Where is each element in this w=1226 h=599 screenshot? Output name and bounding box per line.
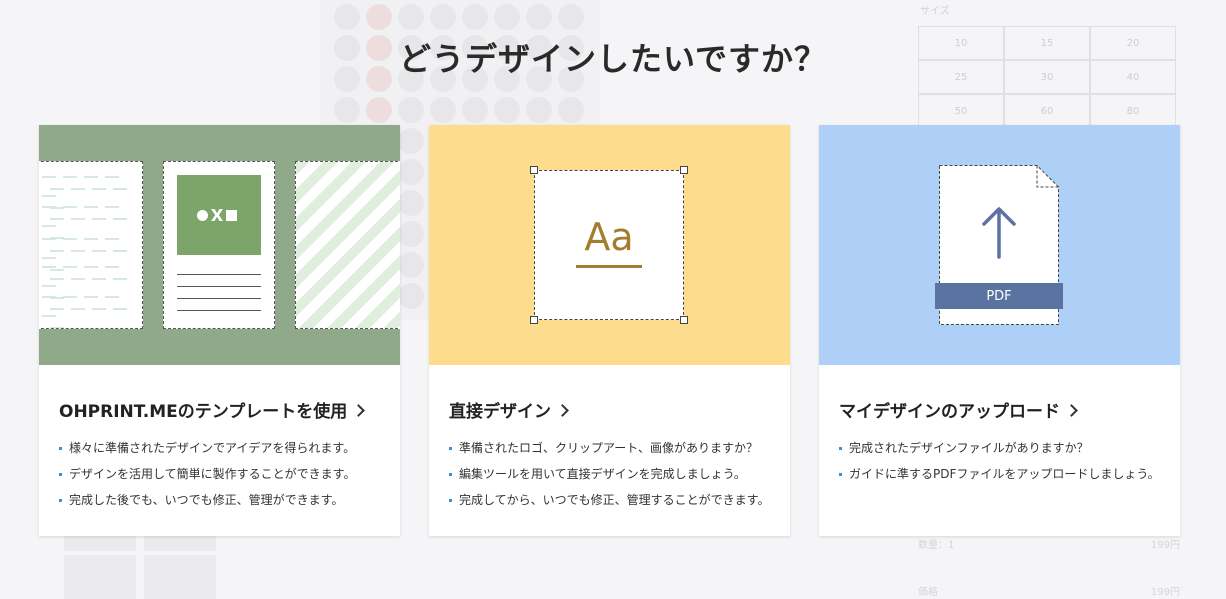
resize-handle	[530, 316, 538, 324]
upload-arrow-icon	[982, 207, 1016, 259]
chevron-right-icon	[352, 403, 366, 417]
upload-design-heading[interactable]: マイデザインのアップロード	[839, 397, 1078, 422]
list-item: 様々に準備されたデザインでアイデアを得られます。	[59, 435, 355, 461]
placeholder-text-line	[50, 308, 142, 328]
placeholder-text-line	[42, 296, 142, 317]
quantity-price: 199円	[1150, 540, 1180, 551]
placeholder-text-line	[50, 188, 142, 209]
placeholder-text-line	[42, 266, 142, 287]
background-sticker	[366, 4, 392, 30]
size-option: 80	[1090, 94, 1176, 128]
placeholder-text-line	[42, 238, 142, 259]
heading-text: OHPRINT.MEのテンプレートを使用	[59, 402, 348, 422]
direct-design-card[interactable]: Aa 直接デザイン 準備されたロゴ、クリップアート、画像がありますか？ 編集ツー…	[429, 125, 790, 536]
placeholder-text-line	[42, 176, 142, 197]
background-sticker	[398, 128, 424, 154]
background-sticker	[334, 97, 360, 123]
font-icon: Aa	[584, 215, 634, 259]
upload-design-card[interactable]: PDF マイデザインのアップロード 完成されたデザインファイルがありますか？ ガ…	[819, 125, 1180, 536]
list-item: 完成した後でも、いつでも修正、管理ができます。	[59, 487, 355, 513]
list-item: 完成されたデザインファイルがありますか？	[839, 435, 1160, 461]
quantity-label: 数量：1	[918, 540, 955, 551]
direct-design-feature-list: 準備されたロゴ、クリップアート、画像がありますか？ 編集ツールを用いて直接デザイ…	[449, 435, 769, 513]
chevron-right-icon	[1065, 403, 1078, 417]
price-value: 199円	[1150, 587, 1180, 598]
background-sticker	[494, 97, 520, 123]
placeholder-text-line	[42, 206, 142, 227]
shapes-icon	[197, 209, 237, 221]
underline-mark	[576, 265, 642, 268]
background-sticker	[366, 97, 392, 123]
list-item: ガイドに準するPDFファイルをアップロードしましょう。	[839, 461, 1160, 487]
use-template-heading[interactable]: OHPRINT.MEのテンプレートを使用	[59, 397, 366, 422]
background-sticker	[398, 159, 424, 185]
text-rule	[177, 310, 261, 311]
template-page-layout	[163, 161, 275, 329]
direct-design-heading[interactable]: 直接デザイン	[449, 397, 569, 422]
background-sticker	[398, 252, 424, 278]
placeholder-text-line	[50, 278, 142, 299]
resize-handle	[680, 316, 688, 324]
background-sticker	[398, 283, 424, 309]
list-item: 編集ツールを用いて直接デザインを完成しましょう。	[449, 461, 769, 487]
heading-text: 直接デザイン	[449, 402, 551, 422]
price-label: 価格	[918, 587, 938, 598]
background-sticker	[558, 97, 584, 123]
template-illustration	[39, 125, 400, 365]
text-selection-box: Aa	[534, 170, 684, 320]
background-sticker	[526, 97, 552, 123]
direct-design-illustration: Aa	[429, 125, 790, 365]
background-sticker	[398, 97, 424, 123]
chevron-right-icon	[556, 403, 569, 417]
upload-illustration: PDF	[819, 125, 1180, 365]
size-option: 50	[918, 94, 1004, 128]
background-sticker	[430, 4, 456, 30]
template-page-stripes	[295, 161, 400, 329]
list-item: 完成してから、いつでも修正、管理することができます。	[449, 487, 769, 513]
template-image-block	[177, 175, 261, 255]
use-template-card[interactable]: OHPRINT.MEのテンプレートを使用 様々に準備されたデザインでアイデアを得…	[39, 125, 400, 536]
placeholder-text-line	[50, 250, 142, 271]
resize-handle	[530, 166, 538, 174]
size-label: サイズ	[920, 6, 950, 17]
heading-text: マイデザインのアップロード	[839, 402, 1060, 422]
background-sticker	[462, 97, 488, 123]
modal-title: どうデザインしたいですか？	[398, 40, 828, 78]
background-sticker	[462, 4, 488, 30]
background-sticker	[398, 221, 424, 247]
price-row: 価格 199円	[918, 583, 1180, 598]
background-thumbnail	[144, 555, 216, 599]
background-sticker	[398, 190, 424, 216]
list-item: 準備されたロゴ、クリップアート、画像がありますか？	[449, 435, 769, 461]
text-rule	[177, 298, 261, 299]
text-rule	[177, 274, 261, 275]
background-sticker	[494, 4, 520, 30]
list-item: デザインを活用して簡単に製作することができます。	[59, 461, 355, 487]
background-sticker	[526, 4, 552, 30]
resize-handle	[680, 166, 688, 174]
text-rule	[177, 286, 261, 287]
background-sticker	[558, 4, 584, 30]
upload-feature-list: 完成されたデザインファイルがありますか？ ガイドに準するPDFファイルをアップロ…	[839, 435, 1160, 487]
background-thumbnail	[64, 555, 136, 599]
quantity-row: 数量：1 199円	[918, 536, 1180, 551]
size-option: 60	[1004, 94, 1090, 128]
background-sticker	[334, 4, 360, 30]
background-sticker	[430, 97, 456, 123]
placeholder-text-line	[50, 218, 142, 239]
pdf-label: PDF	[935, 283, 1063, 309]
template-page-lines	[39, 161, 143, 329]
template-feature-list: 様々に準備されたデザインでアイデアを得られます。 デザインを活用して簡単に製作す…	[59, 435, 355, 513]
background-sticker	[398, 4, 424, 30]
